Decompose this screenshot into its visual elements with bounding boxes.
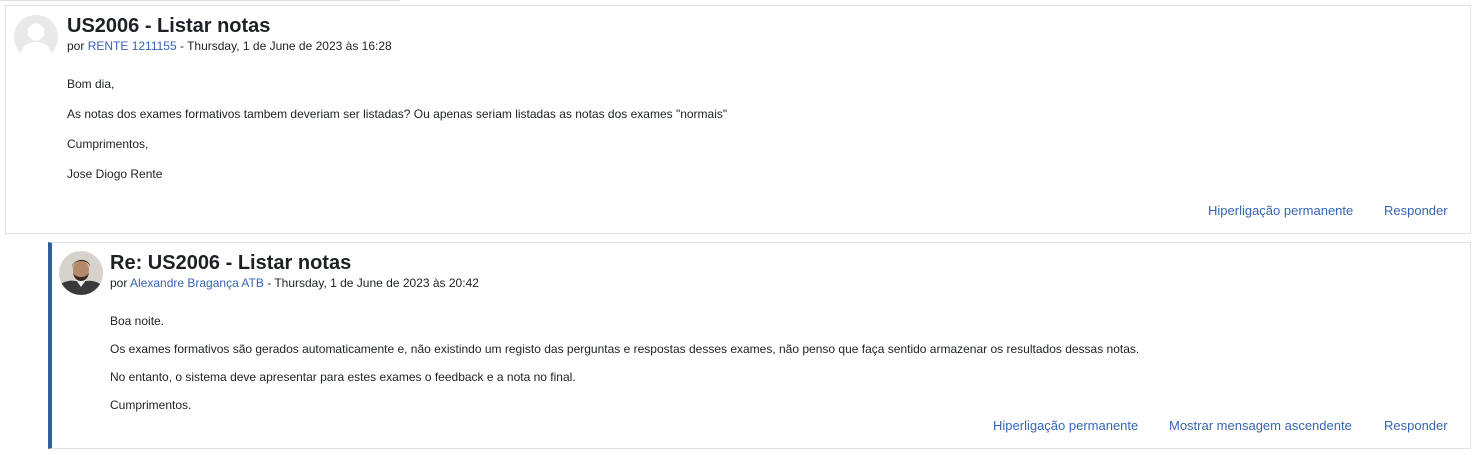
post-byline: por Alexandre Bragança ATB - Thursday, 1… [110, 276, 479, 290]
by-prefix: por [67, 39, 88, 53]
permalink-link[interactable]: Hiperligação permanente [1208, 203, 1353, 218]
post-paragraph: Jose Diogo Rente [67, 167, 163, 181]
default-user-avatar-icon[interactable] [14, 15, 58, 59]
forum-post-original: US2006 - Listar notas por RENTE 1211155 … [5, 5, 1471, 234]
user-photo-avatar-icon[interactable] [59, 251, 103, 295]
post-paragraph: As notas dos exames formativos tambem de… [67, 107, 728, 121]
post-paragraph: Boa noite. [110, 314, 165, 328]
author-link[interactable]: RENTE 1211155 [88, 39, 177, 53]
post-paragraph: Cumprimentos. [110, 398, 192, 412]
post-byline: por RENTE 1211155 - Thursday, 1 de June … [67, 39, 392, 53]
post-paragraph: No entanto, o sistema deve apresentar pa… [110, 370, 576, 384]
author-link[interactable]: Alexandre Bragança ATB [130, 276, 264, 290]
forum-post-reply: Re: US2006 - Listar notas por Alexandre … [48, 242, 1471, 449]
top-divider [0, 0, 400, 1]
reply-link[interactable]: Responder [1384, 418, 1448, 433]
reply-link[interactable]: Responder [1384, 203, 1448, 218]
by-prefix: por [110, 276, 131, 290]
permalink-link[interactable]: Hiperligação permanente [993, 418, 1138, 433]
post-paragraph: Bom dia, [67, 77, 115, 91]
post-paragraph: Os exames formativos são gerados automat… [110, 342, 1140, 356]
post-subject: Re: US2006 - Listar notas [110, 252, 352, 274]
post-date: - Thursday, 1 de June de 2023 às 16:28 [176, 39, 392, 53]
post-paragraph: Cumprimentos, [67, 137, 149, 151]
post-date: - Thursday, 1 de June de 2023 às 20:42 [263, 276, 479, 290]
show-parent-link[interactable]: Mostrar mensagem ascendente [1169, 418, 1352, 433]
post-subject: US2006 - Listar notas [67, 15, 271, 37]
